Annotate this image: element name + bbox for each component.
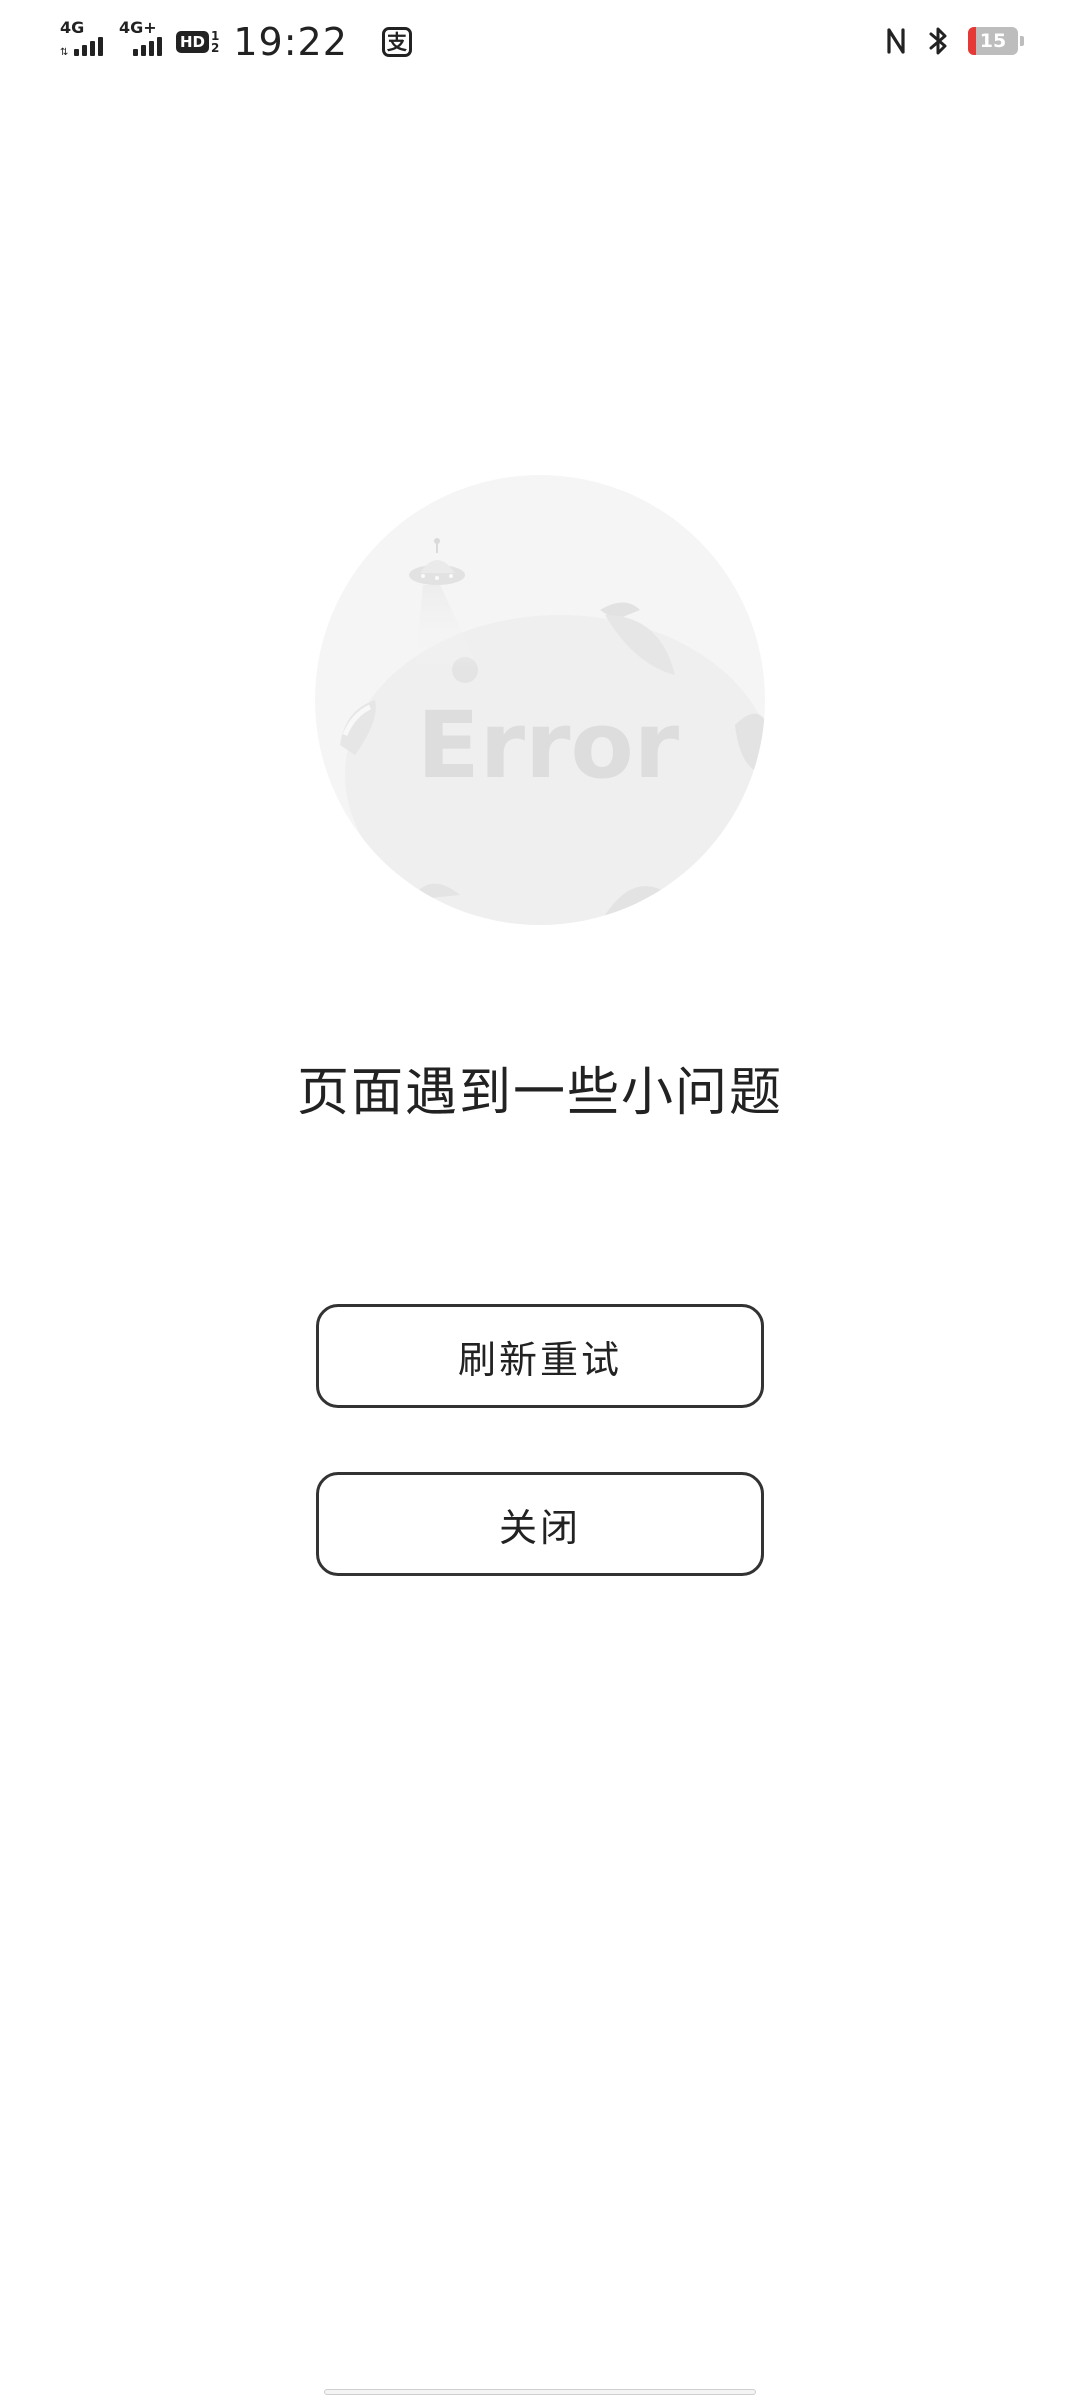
battery-tip bbox=[1020, 36, 1024, 46]
nfc-icon bbox=[887, 28, 905, 54]
error-screen: 4G ⇅ 4G+ HD 1 2 19:22 支 15 Error 页面遇到一些小… bbox=[0, 0, 1080, 2400]
close-button[interactable]: 关闭 bbox=[316, 1472, 764, 1576]
sim1-signal: 4G ⇅ bbox=[60, 20, 103, 64]
sim2-network-label: 4G+ bbox=[119, 18, 157, 37]
signal-bars-icon bbox=[133, 36, 162, 56]
error-planet-illustration: Error bbox=[315, 475, 765, 925]
sim1-network-label: 4G bbox=[60, 18, 85, 37]
clock: 19:22 bbox=[233, 20, 348, 64]
error-text: Error bbox=[417, 692, 680, 799]
hd-slots: 1 2 bbox=[211, 30, 219, 54]
battery-indicator: 15 bbox=[968, 27, 1024, 55]
alipay-icon: 支 bbox=[381, 27, 412, 57]
status-bar-left: 4G ⇅ 4G+ HD 1 2 19:22 支 bbox=[60, 18, 412, 66]
battery-level: 15 bbox=[979, 30, 1007, 52]
status-bar-right: 15 bbox=[884, 24, 1024, 58]
home-indicator[interactable] bbox=[324, 2389, 756, 2395]
sim2-signal: 4G+ bbox=[119, 20, 162, 64]
status-bar: 4G ⇅ 4G+ HD 1 2 19:22 支 15 bbox=[0, 0, 1080, 84]
refresh-retry-button[interactable]: 刷新重试 bbox=[316, 1304, 764, 1408]
hd-slot-bottom: 2 bbox=[211, 41, 220, 55]
hd-label: HD bbox=[176, 31, 210, 53]
data-activity-icon: ⇅ bbox=[60, 47, 69, 58]
bluetooth-icon bbox=[929, 27, 947, 55]
error-message: 页面遇到一些小问题 bbox=[296, 1063, 783, 1123]
signal-bars-icon bbox=[74, 36, 103, 56]
hd-voice-icon: HD 1 2 bbox=[176, 30, 219, 54]
battery-icon: 15 bbox=[968, 27, 1018, 55]
battery-fill bbox=[968, 27, 976, 55]
